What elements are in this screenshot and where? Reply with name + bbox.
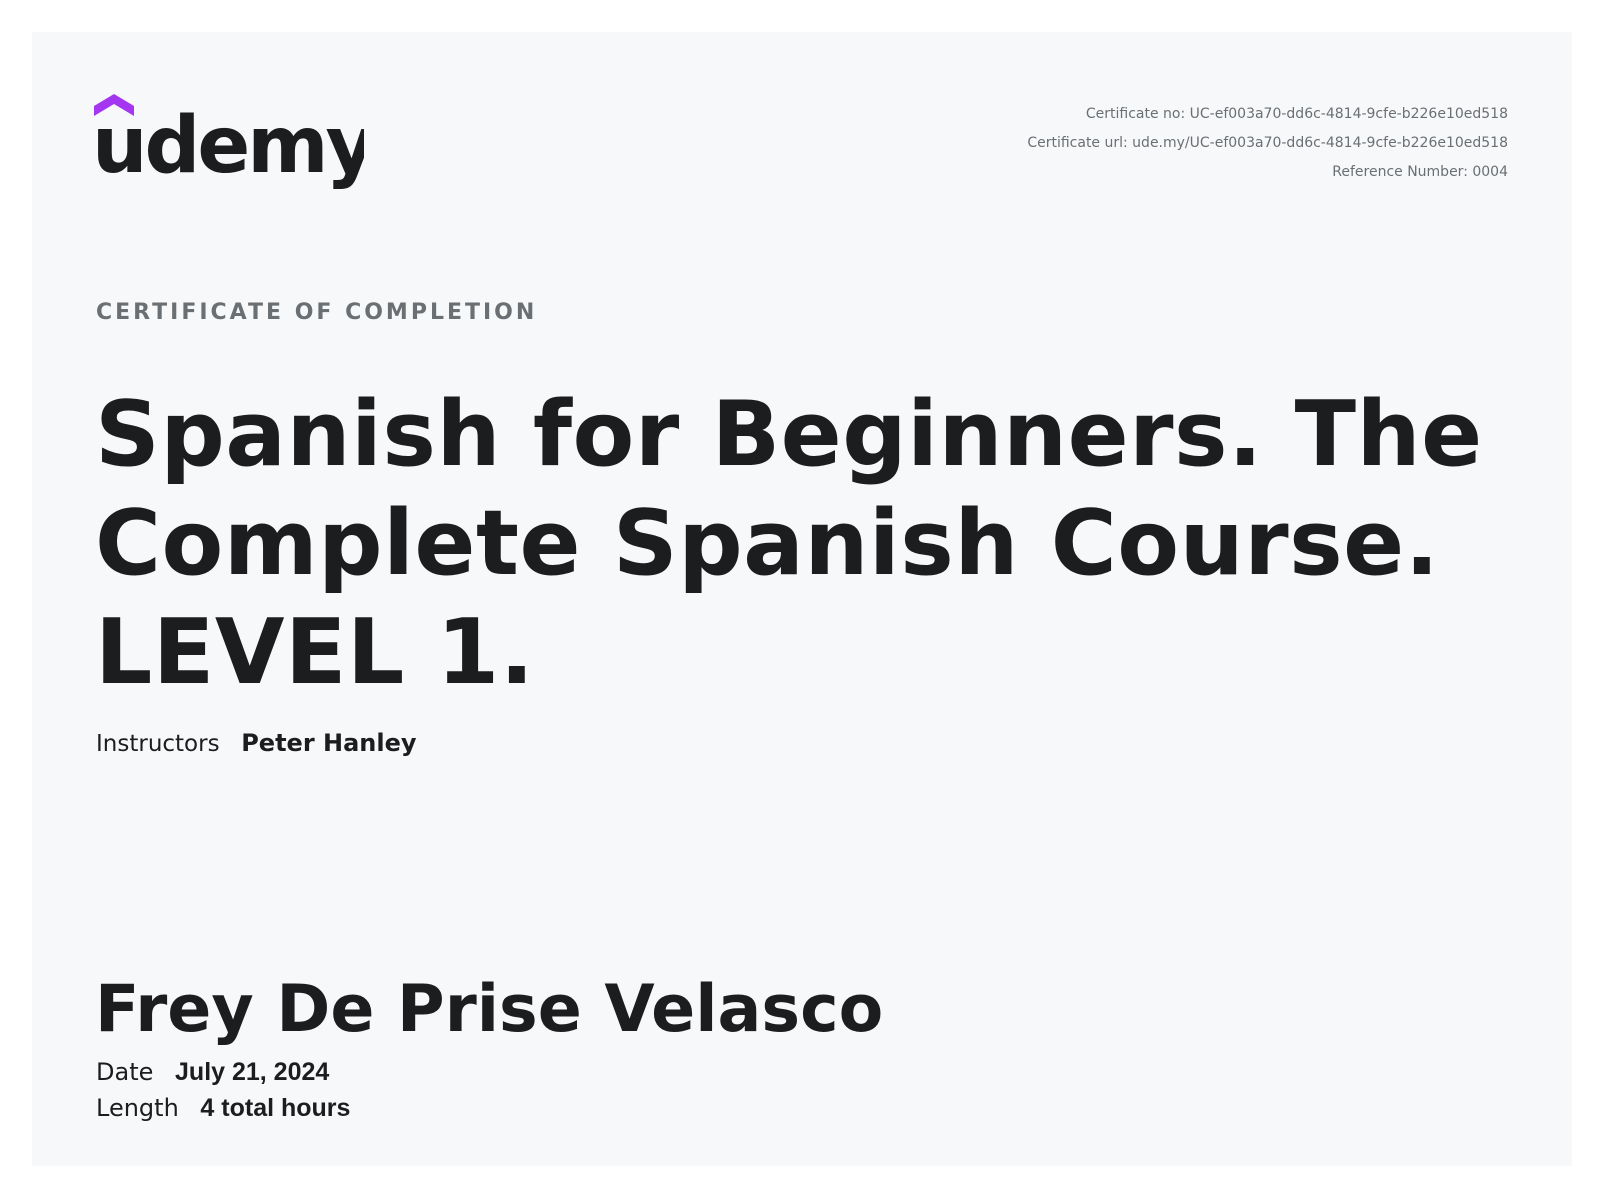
length-value: 4 total hours [200, 1094, 351, 1122]
certificate-kicker: CERTIFICATE OF COMPLETION [96, 300, 538, 325]
length-label: Length [96, 1094, 179, 1122]
logo-wordmark: udemy [94, 101, 364, 191]
date-line: Date July 21, 2024 [96, 1058, 329, 1087]
reference-number: Reference Number: 0004 [1332, 164, 1508, 180]
certificate-meta: Certificate no: UC-ef003a70-dd6c-4814-9c… [1027, 100, 1508, 187]
certificate-number[interactable]: Certificate no: UC-ef003a70-dd6c-4814-9c… [1027, 100, 1508, 129]
udemy-logo: udemy [94, 92, 364, 192]
certificate-card: udemy Certificate no: UC-ef003a70-dd6c-4… [32, 32, 1572, 1166]
recipient-name: Frey De Prise Velasco [95, 972, 884, 1047]
date-value: July 21, 2024 [175, 1058, 330, 1086]
date-label: Date [96, 1058, 154, 1086]
length-line: Length 4 total hours [96, 1094, 350, 1123]
instructors-line: Instructors Peter Hanley [96, 729, 417, 757]
instructors-label: Instructors [96, 731, 220, 757]
instructors-value: Peter Hanley [241, 729, 417, 757]
course-title: Spanish for Beginners. The Complete Span… [95, 382, 1483, 705]
certificate-url[interactable]: Certificate url: ude.my/UC-ef003a70-dd6c… [1027, 129, 1508, 158]
